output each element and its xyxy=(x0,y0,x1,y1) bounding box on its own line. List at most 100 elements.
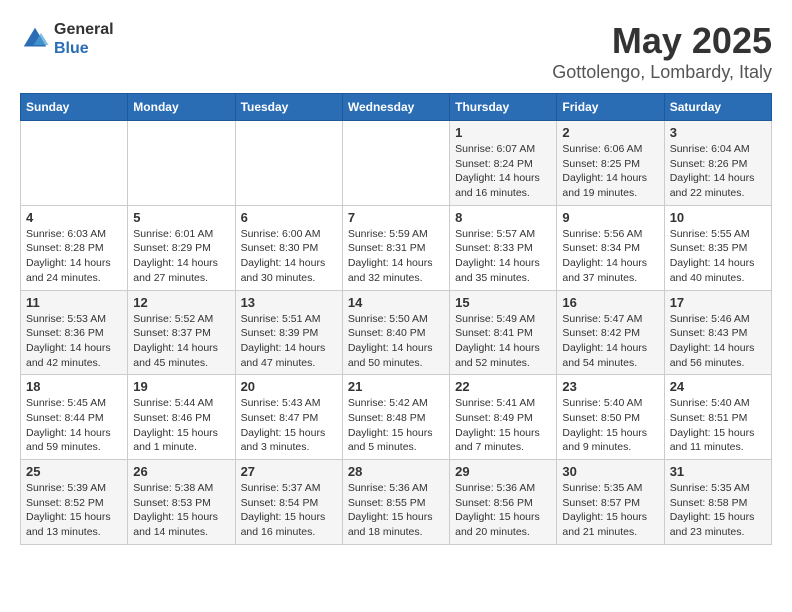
calendar-cell: 3 Sunrise: 6:04 AM Sunset: 8:26 PM Daylig… xyxy=(664,121,771,206)
calendar-week-row: 1 Sunrise: 6:07 AM Sunset: 8:24 PM Daylig… xyxy=(21,121,772,206)
calendar-cell: 17 Sunrise: 5:46 AM Sunset: 8:43 PM Dayli… xyxy=(664,290,771,375)
header-monday: Monday xyxy=(128,94,235,121)
day-number: 20 xyxy=(241,379,337,394)
day-info: Sunrise: 5:46 AM Sunset: 8:43 PM Dayligh… xyxy=(670,312,766,371)
day-info: Sunrise: 5:53 AM Sunset: 8:36 PM Dayligh… xyxy=(26,312,122,371)
day-number: 6 xyxy=(241,210,337,225)
calendar-cell: 16Sunrise: 5:47 AM Sunset: 8:42 PM Dayli… xyxy=(557,290,664,375)
calendar-week-row: 11Sunrise: 5:53 AM Sunset: 8:36 PM Dayli… xyxy=(21,290,772,375)
day-info: Sunrise: 5:39 AM Sunset: 8:52 PM Dayligh… xyxy=(26,481,122,540)
header-tuesday: Tuesday xyxy=(235,94,342,121)
title-block: May 2025 Gottolengo, Lombardy, Italy xyxy=(552,20,772,83)
day-info: Sunrise: 6:04 AM Sunset: 8:26 PM Dayligh… xyxy=(670,142,766,201)
day-info: Sunrise: 6:03 AM Sunset: 8:28 PM Dayligh… xyxy=(26,227,122,286)
calendar-cell: 29Sunrise: 5:36 AM Sunset: 8:56 PM Dayli… xyxy=(450,460,557,545)
calendar-cell: 6Sunrise: 6:00 AM Sunset: 8:30 PM Daylig… xyxy=(235,205,342,290)
day-number: 7 xyxy=(348,210,444,225)
calendar-cell: 11Sunrise: 5:53 AM Sunset: 8:36 PM Dayli… xyxy=(21,290,128,375)
logo-general: General xyxy=(54,20,114,39)
logo-text: General Blue xyxy=(54,20,114,58)
day-info: Sunrise: 5:36 AM Sunset: 8:55 PM Dayligh… xyxy=(348,481,444,540)
day-number: 15 xyxy=(455,295,551,310)
logo-blue: Blue xyxy=(54,39,114,58)
day-number: 21 xyxy=(348,379,444,394)
day-number: 10 xyxy=(670,210,766,225)
calendar-cell: 12 Sunrise: 5:52 AM Sunset: 8:37 PM Dayli… xyxy=(128,290,235,375)
day-number: 2 xyxy=(562,125,658,140)
day-info: Sunrise: 5:44 AM Sunset: 8:46 PM Dayligh… xyxy=(133,396,229,455)
calendar-cell: 7 Sunrise: 5:59 AM Sunset: 8:31 PM Daylig… xyxy=(342,205,449,290)
calendar-cell: 22 Sunrise: 5:41 AM Sunset: 8:49 PM Dayli… xyxy=(450,375,557,460)
calendar-cell: 4 Sunrise: 6:03 AM Sunset: 8:28 PM Daylig… xyxy=(21,205,128,290)
day-number: 31 xyxy=(670,464,766,479)
day-number: 29 xyxy=(455,464,551,479)
header-thursday: Thursday xyxy=(450,94,557,121)
day-info: Sunrise: 5:50 AM Sunset: 8:40 PM Dayligh… xyxy=(348,312,444,371)
day-number: 18 xyxy=(26,379,122,394)
day-info: Sunrise: 6:06 AM Sunset: 8:25 PM Dayligh… xyxy=(562,142,658,201)
calendar-week-row: 25 Sunrise: 5:39 AM Sunset: 8:52 PM Dayli… xyxy=(21,460,772,545)
calendar-cell: 23Sunrise: 5:40 AM Sunset: 8:50 PM Dayli… xyxy=(557,375,664,460)
page-subtitle: Gottolengo, Lombardy, Italy xyxy=(552,62,772,83)
calendar-cell: 14 Sunrise: 5:50 AM Sunset: 8:40 PM Dayli… xyxy=(342,290,449,375)
calendar-cell: 25 Sunrise: 5:39 AM Sunset: 8:52 PM Dayli… xyxy=(21,460,128,545)
calendar-cell: 15Sunrise: 5:49 AM Sunset: 8:41 PM Dayli… xyxy=(450,290,557,375)
day-number: 17 xyxy=(670,295,766,310)
day-number: 4 xyxy=(26,210,122,225)
calendar-cell: 31 Sunrise: 5:35 AM Sunset: 8:58 PM Dayli… xyxy=(664,460,771,545)
calendar-cell: 13 Sunrise: 5:51 AM Sunset: 8:39 PM Dayli… xyxy=(235,290,342,375)
day-number: 19 xyxy=(133,379,229,394)
calendar-cell: 26Sunrise: 5:38 AM Sunset: 8:53 PM Dayli… xyxy=(128,460,235,545)
day-info: Sunrise: 5:41 AM Sunset: 8:49 PM Dayligh… xyxy=(455,396,551,455)
day-number: 24 xyxy=(670,379,766,394)
calendar-cell: 1 Sunrise: 6:07 AM Sunset: 8:24 PM Daylig… xyxy=(450,121,557,206)
day-info: Sunrise: 6:07 AM Sunset: 8:24 PM Dayligh… xyxy=(455,142,551,201)
day-number: 26 xyxy=(133,464,229,479)
page-header: General Blue May 2025 Gottolengo, Lombar… xyxy=(20,20,772,83)
logo-icon xyxy=(20,24,50,54)
day-info: Sunrise: 5:35 AM Sunset: 8:58 PM Dayligh… xyxy=(670,481,766,540)
day-info: Sunrise: 5:43 AM Sunset: 8:47 PM Dayligh… xyxy=(241,396,337,455)
day-number: 3 xyxy=(670,125,766,140)
day-number: 9 xyxy=(562,210,658,225)
header-wednesday: Wednesday xyxy=(342,94,449,121)
calendar-cell: 10 Sunrise: 5:55 AM Sunset: 8:35 PM Dayli… xyxy=(664,205,771,290)
day-info: Sunrise: 5:57 AM Sunset: 8:33 PM Dayligh… xyxy=(455,227,551,286)
day-info: Sunrise: 5:55 AM Sunset: 8:35 PM Dayligh… xyxy=(670,227,766,286)
page-title: May 2025 xyxy=(552,20,772,62)
calendar-cell: 30 Sunrise: 5:35 AM Sunset: 8:57 PM Dayli… xyxy=(557,460,664,545)
calendar-cell: 28 Sunrise: 5:36 AM Sunset: 8:55 PM Dayli… xyxy=(342,460,449,545)
day-number: 5 xyxy=(133,210,229,225)
calendar-cell: 8Sunrise: 5:57 AM Sunset: 8:33 PM Daylig… xyxy=(450,205,557,290)
day-number: 28 xyxy=(348,464,444,479)
header-saturday: Saturday xyxy=(664,94,771,121)
day-info: Sunrise: 5:51 AM Sunset: 8:39 PM Dayligh… xyxy=(241,312,337,371)
day-number: 30 xyxy=(562,464,658,479)
day-number: 1 xyxy=(455,125,551,140)
header-sunday: Sunday xyxy=(21,94,128,121)
day-info: Sunrise: 5:47 AM Sunset: 8:42 PM Dayligh… xyxy=(562,312,658,371)
day-info: Sunrise: 5:40 AM Sunset: 8:51 PM Dayligh… xyxy=(670,396,766,455)
calendar-cell: 21 Sunrise: 5:42 AM Sunset: 8:48 PM Dayli… xyxy=(342,375,449,460)
day-info: Sunrise: 5:52 AM Sunset: 8:37 PM Dayligh… xyxy=(133,312,229,371)
day-info: Sunrise: 5:59 AM Sunset: 8:31 PM Dayligh… xyxy=(348,227,444,286)
calendar-week-row: 18Sunrise: 5:45 AM Sunset: 8:44 PM Dayli… xyxy=(21,375,772,460)
day-number: 22 xyxy=(455,379,551,394)
calendar-week-row: 4 Sunrise: 6:03 AM Sunset: 8:28 PM Daylig… xyxy=(21,205,772,290)
day-info: Sunrise: 5:42 AM Sunset: 8:48 PM Dayligh… xyxy=(348,396,444,455)
day-number: 12 xyxy=(133,295,229,310)
calendar-cell: 9Sunrise: 5:56 AM Sunset: 8:34 PM Daylig… xyxy=(557,205,664,290)
logo: General Blue xyxy=(20,20,114,58)
day-info: Sunrise: 6:01 AM Sunset: 8:29 PM Dayligh… xyxy=(133,227,229,286)
calendar-table: SundayMondayTuesdayWednesdayThursdayFrid… xyxy=(20,93,772,545)
day-number: 25 xyxy=(26,464,122,479)
calendar-cell xyxy=(21,121,128,206)
day-info: Sunrise: 5:35 AM Sunset: 8:57 PM Dayligh… xyxy=(562,481,658,540)
day-number: 27 xyxy=(241,464,337,479)
calendar-header-row: SundayMondayTuesdayWednesdayThursdayFrid… xyxy=(21,94,772,121)
calendar-cell: 27Sunrise: 5:37 AM Sunset: 8:54 PM Dayli… xyxy=(235,460,342,545)
day-number: 14 xyxy=(348,295,444,310)
calendar-cell: 5 Sunrise: 6:01 AM Sunset: 8:29 PM Daylig… xyxy=(128,205,235,290)
calendar-cell: 20 Sunrise: 5:43 AM Sunset: 8:47 PM Dayli… xyxy=(235,375,342,460)
day-number: 13 xyxy=(241,295,337,310)
